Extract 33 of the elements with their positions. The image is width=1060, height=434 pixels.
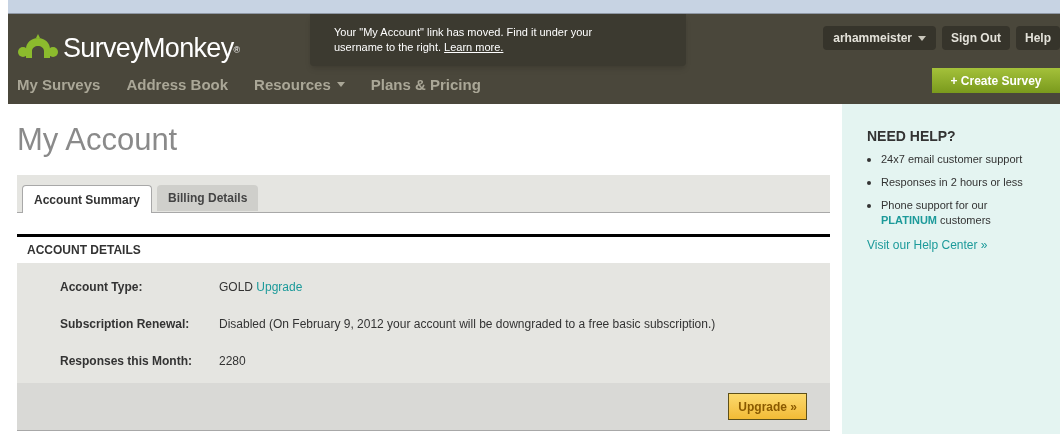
- logo-text: SurveyMonkey: [63, 32, 234, 65]
- help-center-link[interactable]: Visit our Help Center »: [867, 236, 1060, 254]
- field-label: Subscription Renewal:: [59, 315, 191, 333]
- bullet-icon: [867, 181, 871, 185]
- help-title: NEED HELP?: [867, 127, 957, 146]
- learn-more-link[interactable]: Learn more.: [444, 41, 504, 53]
- upgrade-button[interactable]: Upgrade »: [728, 393, 807, 420]
- help-item: Phone support for our PLATINUM customers: [881, 198, 992, 228]
- username-menu[interactable]: arhammeister: [823, 26, 936, 50]
- registered-mark: ®: [233, 44, 241, 55]
- field-value: GOLD Upgrade: [219, 278, 303, 296]
- nav-link[interactable]: Address Book: [126, 73, 229, 96]
- header-button[interactable]: Help: [1016, 26, 1060, 50]
- notice-text: Your "My Account" link has moved. Find it under your username to the right. Learn more.: [334, 25, 594, 55]
- nav-link[interactable]: Resources: [254, 73, 345, 96]
- help-item: Responses in 2 hours or less: [881, 175, 1024, 190]
- nav-link[interactable]: Plans & Pricing: [370, 73, 481, 96]
- tab[interactable]: Account Summary: [22, 185, 153, 213]
- create-survey-button[interactable]: + Create Survey: [932, 68, 1060, 93]
- field-value: Disabled (On February 9, 2012 your account will be downgraded to a free basic subscription.): [219, 315, 716, 333]
- field-value: 2280: [219, 352, 246, 370]
- caret-icon: [918, 35, 926, 41]
- bullet-icon: [867, 204, 871, 208]
- header-button[interactable]: Sign Out: [942, 26, 1010, 50]
- nav-link[interactable]: My Surveys: [17, 73, 101, 96]
- tab[interactable]: Billing Details: [157, 185, 259, 211]
- upgrade-link[interactable]: Upgrade: [256, 279, 303, 294]
- section-title: ACCOUNT DETAILS: [26, 242, 142, 259]
- help-item: 24x7 email customer support: [881, 152, 1024, 167]
- page-title: My Account: [17, 122, 179, 158]
- field-label: Account Type:: [59, 278, 144, 296]
- field-label: Responses this Month:: [59, 352, 193, 370]
- bullet-icon: [867, 158, 871, 162]
